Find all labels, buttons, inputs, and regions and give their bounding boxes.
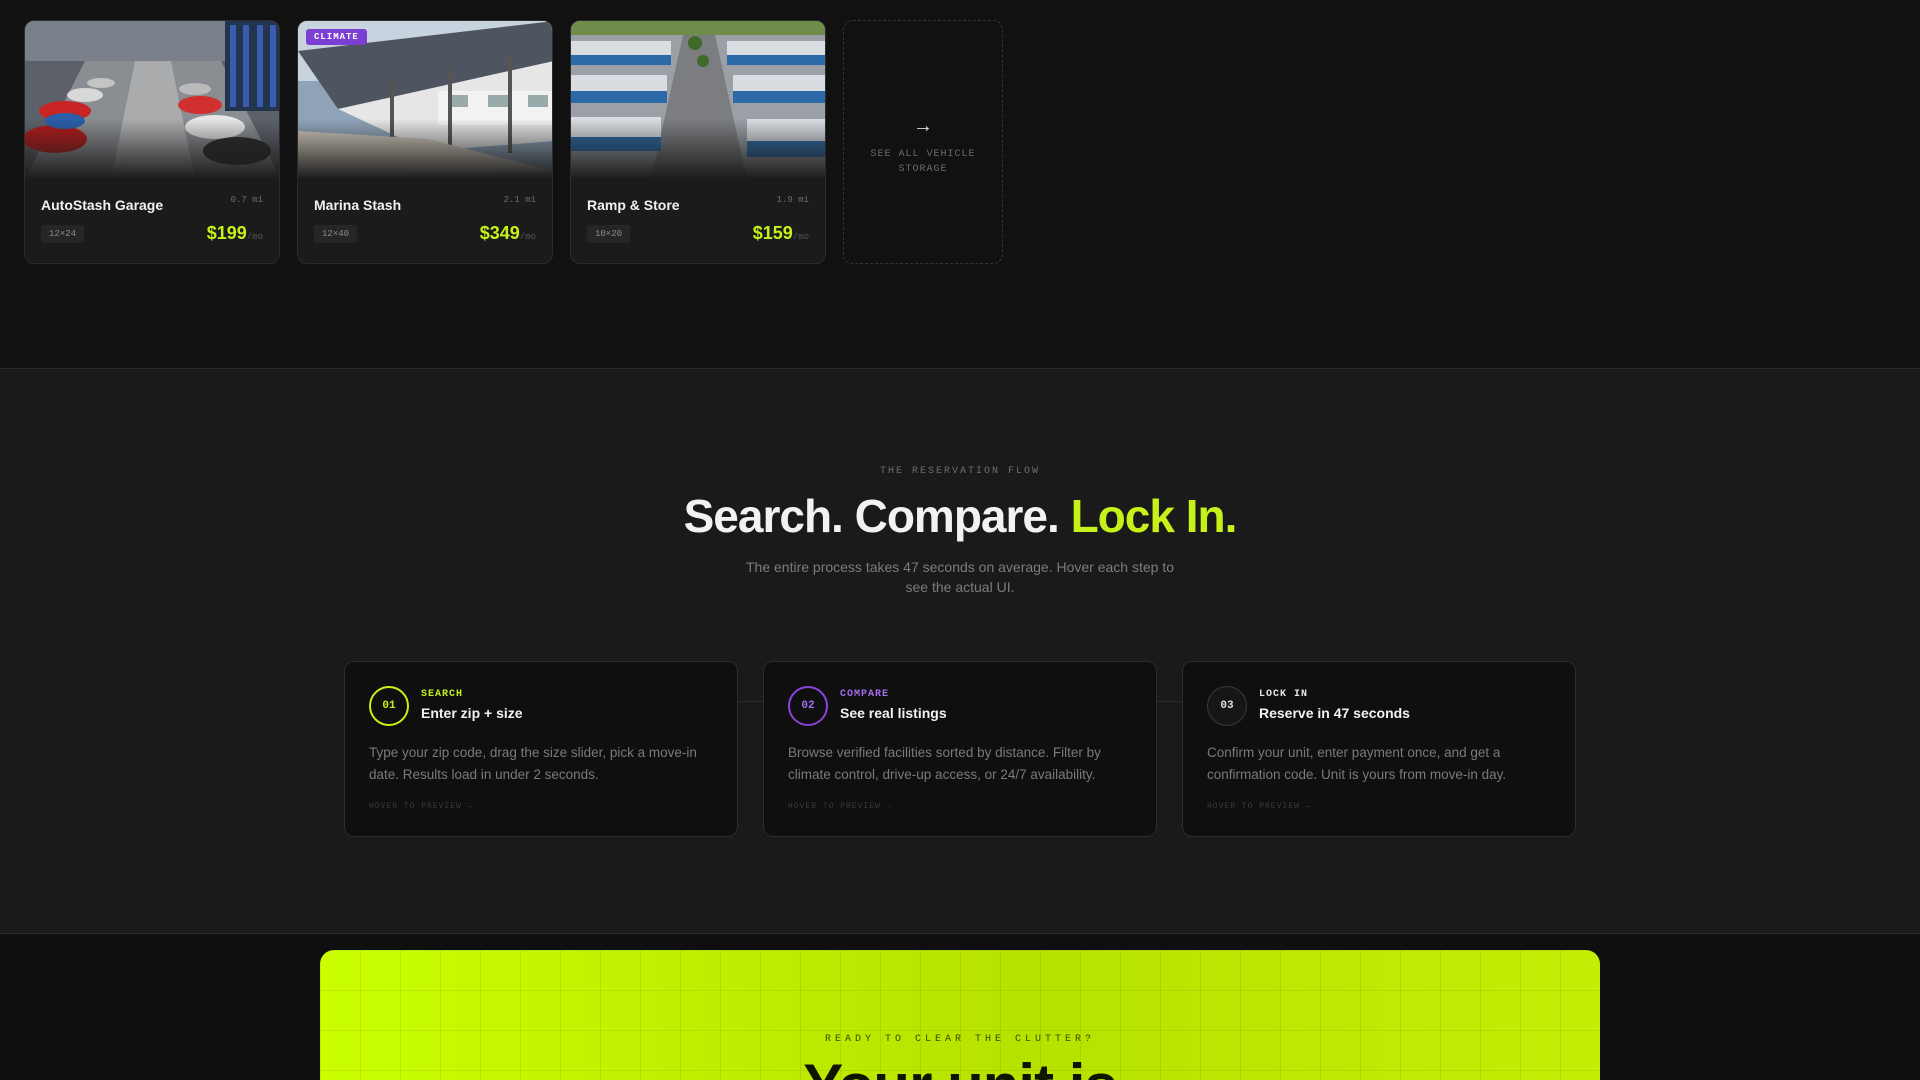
price-amount: $159 xyxy=(752,223,793,243)
price-amount: $349 xyxy=(479,223,520,243)
step-description: Browse verified facilities sorted by dis… xyxy=(788,745,1101,782)
step-title: Enter zip + size xyxy=(421,705,523,721)
unit-size-badge: 12×24 xyxy=(41,225,85,243)
listing-card-ramp-store[interactable]: Ramp & Store 1.9 mi 10×20 $159/mo xyxy=(570,20,826,264)
listing-photo-garage xyxy=(25,21,279,179)
step-number-badge: 02 xyxy=(788,686,828,726)
vehicle-storage-listings: AutoStash Garage 0.7 mi 12×24 $199/mo CL… xyxy=(0,0,1920,368)
listing-price: $199/mo xyxy=(207,223,263,244)
listing-info: Ramp & Store 1.9 mi 10×20 $159/mo xyxy=(587,195,809,244)
section-headline: Search. Compare. Lock In. xyxy=(0,489,1920,543)
cta-eyebrow: READY TO CLEAR THE CLUTTER? xyxy=(824,1034,1096,1045)
listing-distance: 0.7 mi xyxy=(230,195,263,205)
step-card-search[interactable]: 01 SEARCH Enter zip + size Type your zip… xyxy=(344,661,738,837)
step-description: Confirm your unit, enter payment once, a… xyxy=(1207,745,1507,782)
reservation-flow-section: THE RESERVATION FLOW Search. Compare. Lo… xyxy=(0,368,1920,934)
unit-size-badge: 10×20 xyxy=(587,225,631,243)
flow-steps: 01 SEARCH Enter zip + size Type your zip… xyxy=(344,661,1576,837)
arrow-right-icon: → xyxy=(913,115,933,137)
price-period: /mo xyxy=(792,232,809,242)
listing-photo-storage-units xyxy=(571,21,825,179)
step-number-badge: 03 xyxy=(1207,686,1247,726)
step-title: See real listings xyxy=(840,705,947,721)
listing-distance: 1.9 mi xyxy=(776,195,809,205)
price-period: /mo xyxy=(519,232,536,242)
listing-info: AutoStash Garage 0.7 mi 12×24 $199/mo xyxy=(41,195,263,244)
listing-info: Marina Stash 2.1 mi 12×40 $349/mo xyxy=(314,195,536,244)
hover-preview-hint: HOVER TO PREVIEW → xyxy=(788,802,893,811)
step-kicker: SEARCH xyxy=(421,689,464,700)
listing-price: $349/mo xyxy=(480,223,536,244)
listing-cards-row: AutoStash Garage 0.7 mi 12×24 $199/mo CL… xyxy=(24,20,1003,264)
step-kicker: COMPARE xyxy=(840,689,890,700)
listing-card-marina[interactable]: CLIMATE Marina Stash 2.1 mi 12×40 $349/m… xyxy=(297,20,553,264)
step-description: Type your zip code, drag the size slider… xyxy=(369,745,697,782)
price-period: /mo xyxy=(246,232,263,242)
climate-tag: CLIMATE xyxy=(306,29,367,45)
cta-title: Your unit is xyxy=(320,1056,1600,1080)
cta-section: READY TO CLEAR THE CLUTTER? Your unit is xyxy=(0,934,1920,1080)
listing-price: $159/mo xyxy=(753,223,809,244)
step-number-badge: 01 xyxy=(369,686,409,726)
hover-preview-hint: HOVER TO PREVIEW → xyxy=(1207,802,1312,811)
price-amount: $199 xyxy=(206,223,247,243)
step-kicker: LOCK IN xyxy=(1259,689,1309,700)
see-all-vehicle-storage-link[interactable]: → SEE ALL VEHICLE STORAGE xyxy=(843,20,1003,264)
headline-main: Search. Compare. xyxy=(683,490,1060,542)
see-all-label: SEE ALL VEHICLE STORAGE xyxy=(870,149,976,175)
step-title: Reserve in 47 seconds xyxy=(1259,705,1410,721)
step-card-compare[interactable]: 02 COMPARE See real listings Browse veri… xyxy=(763,661,1157,837)
listing-photo-covered-parking: CLIMATE xyxy=(298,21,552,179)
section-subtitle: The entire process takes 47 seconds on a… xyxy=(745,559,1175,595)
cta-banner: READY TO CLEAR THE CLUTTER? Your unit is xyxy=(320,950,1600,1080)
section-eyebrow: THE RESERVATION FLOW xyxy=(879,466,1041,477)
listing-card-autostash[interactable]: AutoStash Garage 0.7 mi 12×24 $199/mo xyxy=(24,20,280,264)
listing-distance: 2.1 mi xyxy=(503,195,536,205)
unit-size-badge: 12×40 xyxy=(314,225,358,243)
hover-preview-hint: HOVER TO PREVIEW → xyxy=(369,802,474,811)
step-card-lock-in[interactable]: 03 LOCK IN Reserve in 47 seconds Confirm… xyxy=(1182,661,1576,837)
headline-accent: Lock In. xyxy=(1070,490,1238,542)
